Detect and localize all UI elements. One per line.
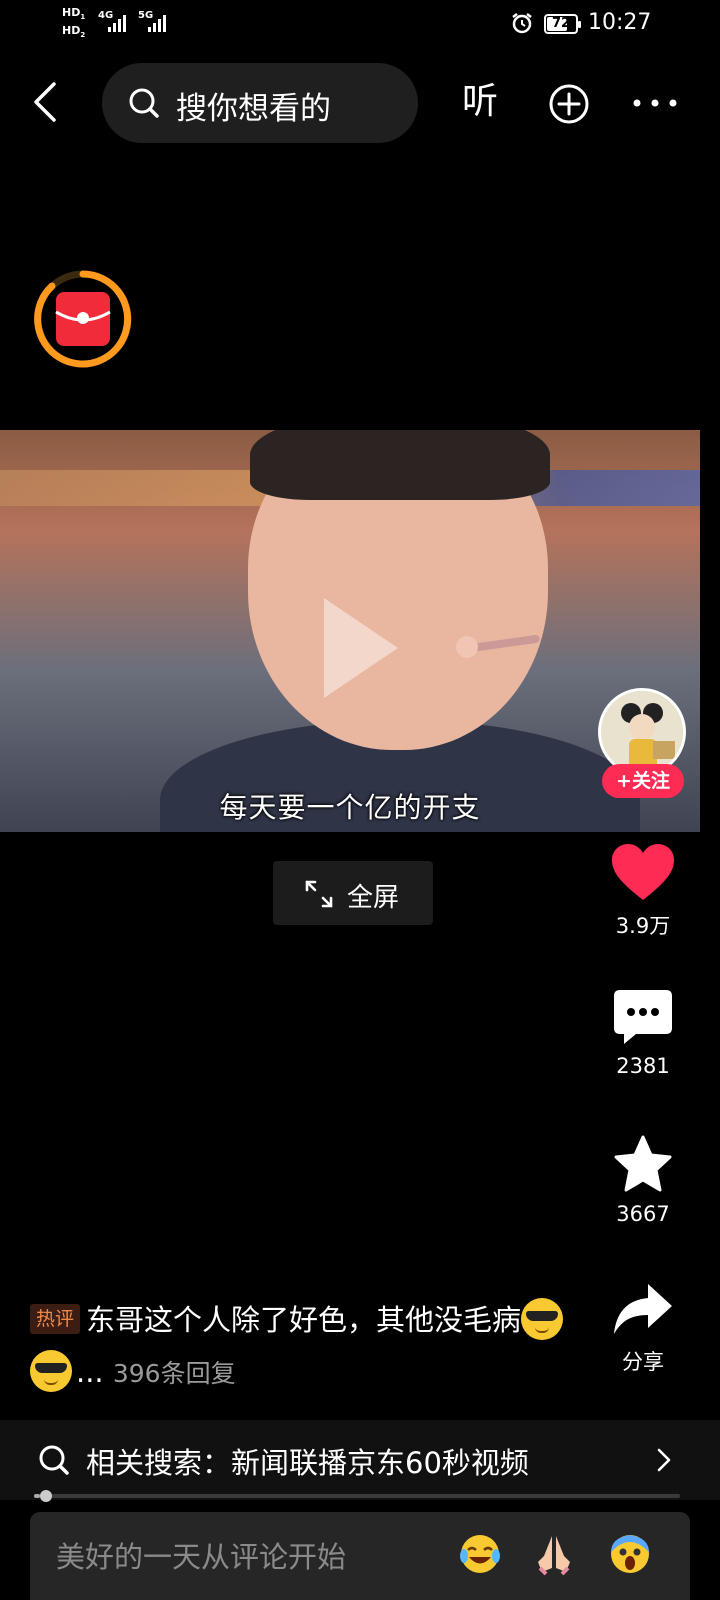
hot-comment[interactable]: 热评 东哥这个人除了好色，其他没毛病... 396条回复 [30,1294,570,1400]
related-search-text: 相关搜索：新闻联播京东60秒视频 [86,1446,529,1480]
play-icon[interactable] [324,598,398,698]
sunglasses-emoji-icon [30,1350,72,1392]
scream-emoji-icon[interactable] [608,1532,652,1576]
back-icon[interactable] [28,80,64,124]
heart-icon [612,844,674,900]
listen-button[interactable]: 听 [462,82,498,122]
clock: 10:27 [588,10,652,35]
progress-handle[interactable] [40,1490,53,1502]
follow-button[interactable]: +关注 [602,764,684,798]
search-icon [39,1445,69,1475]
headset-mic-tip [456,636,478,658]
red-packet-icon[interactable] [32,268,134,370]
more-icon[interactable] [632,98,678,108]
hd1-sub: 1 [80,13,86,22]
sim-indicators: HD1 HD2 [62,6,85,42]
alarm-icon [512,13,532,34]
star-icon [614,1135,672,1192]
sunglasses-emoji-icon [521,1298,564,1340]
comment-count: 2381 [616,1054,670,1078]
share-button[interactable]: 分享 [588,1282,698,1376]
signal-icon [108,14,130,32]
favorite-button[interactable]: 3667 [588,1134,698,1226]
add-icon[interactable] [548,83,590,125]
like-button[interactable]: 3.9万 [588,842,698,940]
comment-placeholder: 美好的一天从评论开始 [56,1540,347,1574]
hd2-label: HD [62,24,81,38]
share-icon [614,1284,672,1334]
hd2-sub: 2 [80,31,86,40]
hot-comment-text: 东哥这个人除了好色，其他没毛病 [86,1303,522,1337]
hd1-label: HD [62,6,81,19]
search-placeholder: 搜你想看的 [176,91,331,127]
video-subtitle: 每天要一个亿的开支 [219,791,481,824]
share-label: 分享 [622,1350,664,1374]
related-search-bar[interactable]: 相关搜索：新闻联播京东60秒视频 [0,1420,720,1500]
video-player[interactable]: 每天要一个亿的开支 [0,430,700,832]
chevron-right-icon [657,1448,671,1472]
comment-icon [614,990,672,1044]
fullscreen-label: 全屏 [347,883,400,913]
battery-icon: 72 [544,14,581,34]
pray-hands-emoji-icon[interactable] [532,1532,576,1576]
fullscreen-button[interactable]: 全屏 [273,861,433,925]
expand-icon [305,880,333,908]
hot-comment-ellipsis: ... [76,1355,104,1389]
search-icon [129,88,159,118]
comment-input[interactable]: 美好的一天从评论开始 [30,1512,690,1600]
video-hair [250,430,550,500]
search-input[interactable]: 搜你想看的 [102,63,418,143]
video-progress-bar[interactable] [34,1490,680,1502]
author-avatar[interactable] [598,688,686,776]
hot-comment-tag: 热评 [30,1304,81,1334]
comment-button[interactable]: 2381 [588,988,698,1078]
favorite-count: 3667 [616,1202,670,1226]
laugh-cry-emoji-icon[interactable] [458,1532,502,1576]
like-count: 3.9万 [615,914,671,938]
battery-level: 72 [551,16,571,31]
status-bar: HD1 HD2 4G 5G 72 10:27 [0,0,720,50]
signal-icon [148,14,170,32]
reply-count[interactable]: 396条回复 [113,1359,236,1388]
